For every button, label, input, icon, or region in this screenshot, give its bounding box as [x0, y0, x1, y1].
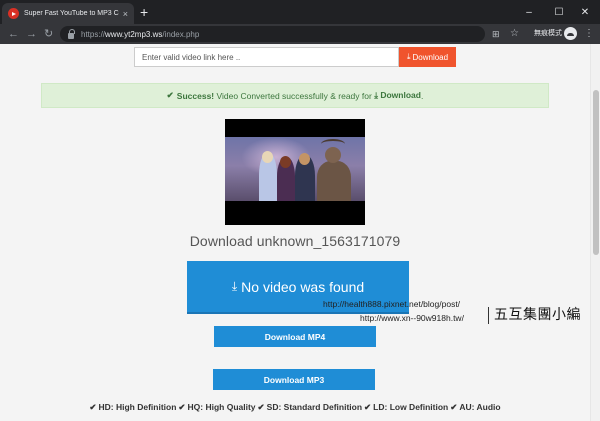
page-content: ⤓ Download ✔ Success! Video Converted su… — [0, 44, 590, 421]
tab-title: Super Fast YouTube to MP3 Co — [24, 10, 119, 17]
new-tab-button[interactable]: + — [140, 4, 148, 20]
address-url: https://www.yt2mp3.ws/index.php — [81, 29, 200, 39]
youtube-favicon-icon — [8, 8, 19, 19]
close-window-icon[interactable]: ✕ — [570, 0, 600, 24]
minimize-icon[interactable]: – — [514, 0, 544, 24]
back-icon[interactable]: ← — [8, 26, 19, 42]
alert-strong: Success! — [176, 90, 215, 101]
legend-item: ✔ LD: Low Definition — [364, 402, 449, 412]
reload-icon[interactable]: ↻ — [44, 26, 53, 42]
watermark: http://health888.pixnet.net/blog/post/ h… — [318, 296, 590, 330]
download-icon: ⤓ — [374, 90, 378, 100]
search-form: ⤓ Download — [134, 47, 456, 67]
browser-toolbar: ← → ↻ https://www.yt2mp3.ws/index.php ⊞ … — [0, 24, 600, 44]
download-icon: ⤓ — [231, 279, 238, 293]
address-bar[interactable]: https://www.yt2mp3.ws/index.php — [60, 26, 485, 42]
check-icon: ✔ — [178, 402, 186, 412]
download-mp3-button[interactable]: Download MP3 — [213, 369, 375, 390]
quality-legend: ✔ HD: High Definition ✔ HQ: High Quality ✔… — [0, 402, 590, 413]
tab-strip: Super Fast YouTube to MP3 Co × + – ☐ ✕ — [0, 0, 600, 24]
check-icon: ✔ — [166, 90, 174, 100]
incognito-avatar-icon[interactable] — [564, 27, 577, 40]
alert-download-link[interactable]: Download — [380, 90, 421, 100]
legend-item: ✔ AU: Audio — [450, 402, 501, 412]
check-icon: ✔ — [89, 402, 97, 412]
lock-icon — [68, 28, 75, 39]
video-link-input[interactable] — [134, 47, 399, 67]
download-button-label: Download — [412, 52, 449, 62]
browser-tab[interactable]: Super Fast YouTube to MP3 Co × — [2, 3, 134, 24]
alert-period: . — [420, 90, 424, 101]
video-thumbnail — [225, 119, 365, 225]
check-icon: ✔ — [450, 402, 458, 412]
download-button[interactable]: ⤓ Download — [399, 47, 456, 67]
alert-text: Video Converted successfully & ready for — [216, 90, 372, 101]
thumbnail-image — [225, 137, 365, 201]
close-tab-icon[interactable]: × — [123, 9, 128, 19]
check-icon: ✔ — [364, 402, 372, 412]
no-video-label: No video was found — [241, 278, 365, 295]
scrollbar-thumb[interactable] — [593, 90, 599, 255]
video-title: Download unknown_1563171079 — [189, 233, 401, 249]
success-alert: ✔ Success! Video Converted successfully … — [41, 83, 549, 108]
translate-icon[interactable]: ⊞ — [492, 27, 500, 41]
watermark-divider — [488, 307, 489, 324]
download-icon: ⤓ — [406, 52, 411, 61]
scrollbar[interactable] — [590, 44, 600, 421]
download-mp4-button[interactable]: Download MP4 — [214, 326, 376, 347]
menu-icon[interactable]: ⋮ — [584, 27, 594, 41]
check-icon: ✔ — [257, 402, 265, 412]
watermark-url-2: http://www.xn--90w918h.tw/ — [360, 313, 464, 323]
watermark-name: 五互集團小編 — [494, 306, 581, 322]
incognito-label[interactable]: 無痕模式 — [534, 28, 562, 38]
bookmark-star-icon[interactable]: ☆ — [510, 27, 519, 41]
legend-item: ✔ SD: Standard Definition — [257, 402, 363, 412]
forward-icon[interactable]: → — [26, 26, 37, 42]
watermark-url-1: http://health888.pixnet.net/blog/post/ — [323, 299, 461, 309]
legend-item: ✔ HQ: High Quality — [178, 402, 256, 412]
legend-item: ✔ HD: High Definition — [89, 402, 177, 412]
